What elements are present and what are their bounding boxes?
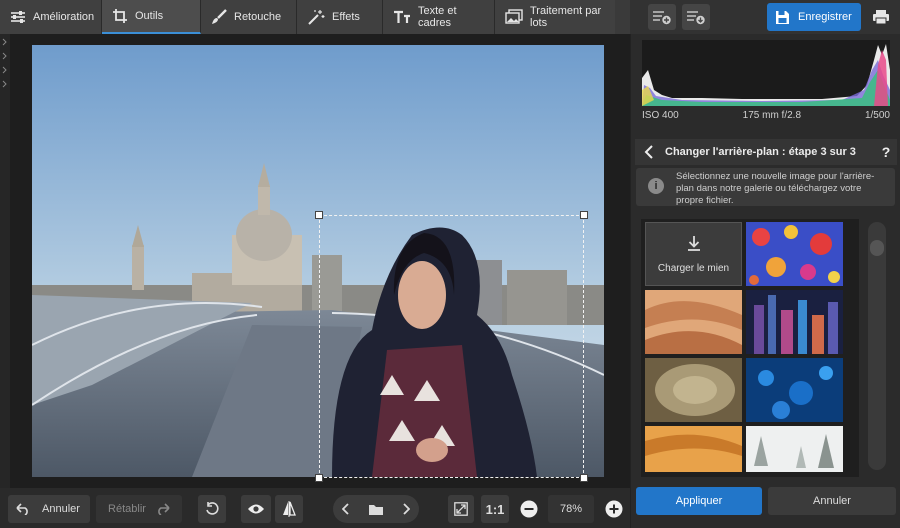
load-label: Charger le mien [657,262,730,274]
undo-icon [16,503,28,515]
tab-label: Outils [135,10,164,22]
histogram-graph [642,44,890,106]
tab-label: Traitement par lots [530,5,602,29]
thumb-blue-bokeh-image [746,358,843,422]
info-text: Sélectionnez une nouvelle image pour l'a… [676,171,875,206]
collapsed-side-strip[interactable] [0,34,10,488]
thumb-desert-image [645,290,742,354]
tab-label: Retouche [234,11,282,23]
actual-size-label: 1:1 [485,501,505,517]
tab-traitement-lots[interactable]: Traitement par lots [495,0,615,34]
text-icon [394,10,410,23]
preview-button[interactable] [241,495,271,523]
tab-amelioration[interactable]: Amélioration [0,0,102,34]
resize-handle[interactable] [315,474,323,482]
plus-circle-icon [605,500,623,518]
thumb-winter-trees-image [746,426,843,472]
rotate-icon [206,502,219,515]
sliders-download-icon [687,11,705,25]
info-box: Sélectionnez une nouvelle image pour l'a… [636,168,895,206]
sliders-icon [11,11,25,23]
gallery-thumb[interactable] [746,426,843,472]
save-label: Enregistrer [798,11,852,23]
tab-texte-cadres[interactable]: Texte et cadres [383,0,495,34]
gallery-scrollbar[interactable] [868,222,886,470]
download-adjustment-button[interactable] [682,4,710,30]
zoom-value: 78% [559,503,583,515]
floppy-disk-icon [776,10,789,24]
chevron-right-icon[interactable] [402,503,410,515]
step-header: Changer l'arrière-plan : étape 3 sur 3 ? [635,139,897,165]
exif-info: ISO 400 175 mm f/2.8 1/500 [642,110,890,126]
scrollbar-thumb[interactable] [870,240,884,256]
shutter-value: 1/500 [864,110,890,121]
apply-button[interactable]: Appliquer [636,487,762,515]
printer-icon [873,10,889,25]
file-navigation [333,495,419,523]
redo-label: Rétablir [108,503,146,515]
save-button[interactable]: Enregistrer [767,3,861,31]
magic-wand-icon [308,10,325,25]
fullscreen-icon [454,502,468,516]
download-icon [687,235,700,251]
selection-frame[interactable] [319,215,584,478]
zoom-field[interactable]: 78% [548,495,594,523]
brush-icon [212,9,227,24]
step-title: Changer l'arrière-plan : étape 3 sur 3 [665,146,856,158]
help-button[interactable]: ? [875,144,897,160]
thumb-grunge-texture-image [645,358,742,422]
redo-icon [158,503,170,515]
thumb-drops-image [746,222,843,286]
minus-circle-icon [520,500,538,518]
zoom-in-button[interactable] [603,495,625,523]
tab-label: Effets [332,11,360,23]
iso-value: ISO 400 [642,110,679,121]
crop-icon [113,9,127,23]
fit-screen-button[interactable] [448,495,474,523]
tab-label: Amélioration [33,11,95,23]
tab-retouche[interactable]: Retouche [201,0,297,34]
resize-handle[interactable] [315,211,323,219]
lens-value: 175 mm f/2.8 [742,110,802,121]
compare-icon [283,501,296,517]
add-adjustment-button[interactable] [648,4,676,30]
gallery-thumb[interactable] [746,222,843,286]
cancel-button[interactable]: Annuler [768,487,896,515]
chevron-left-icon[interactable] [342,503,350,515]
undo-button[interactable]: Annuler [8,495,90,523]
actual-size-button[interactable]: 1:1 [481,495,509,523]
undo-label: Annuler [42,503,80,515]
tab-label: Texte et cadres [418,5,457,29]
batch-images-icon [505,9,523,24]
info-icon: i [648,178,664,194]
print-button[interactable] [867,4,895,30]
folder-icon[interactable] [368,503,384,516]
sliders-add-icon [653,11,671,25]
redo-button[interactable]: Rétablir [96,495,182,523]
load-own-image-button[interactable]: Charger le mien [645,222,742,286]
gallery-thumb[interactable] [645,290,742,354]
tab-effets[interactable]: Effets [297,0,383,34]
resize-handle[interactable] [580,474,588,482]
resize-handle[interactable] [580,211,588,219]
main-tabs: Amélioration Outils Retouche Effets Text… [0,0,630,34]
photo-editor-window: Amélioration Outils Retouche Effets Text… [0,0,900,528]
rotate-button[interactable] [198,495,226,523]
tab-outils[interactable]: Outils [102,0,201,34]
zoom-out-button[interactable] [518,495,540,523]
gallery-thumb[interactable] [645,426,742,472]
gallery-thumb[interactable] [645,358,742,422]
thumb-city-night-image [746,290,843,354]
compare-button[interactable] [275,495,303,523]
gallery-thumb[interactable] [746,358,843,422]
chevron-right-icon [2,38,7,88]
eye-icon [248,504,264,514]
gallery-thumb[interactable] [746,290,843,354]
histogram [642,40,890,106]
thumb-dunes-image [645,426,742,472]
back-arrow-icon[interactable] [643,145,655,159]
